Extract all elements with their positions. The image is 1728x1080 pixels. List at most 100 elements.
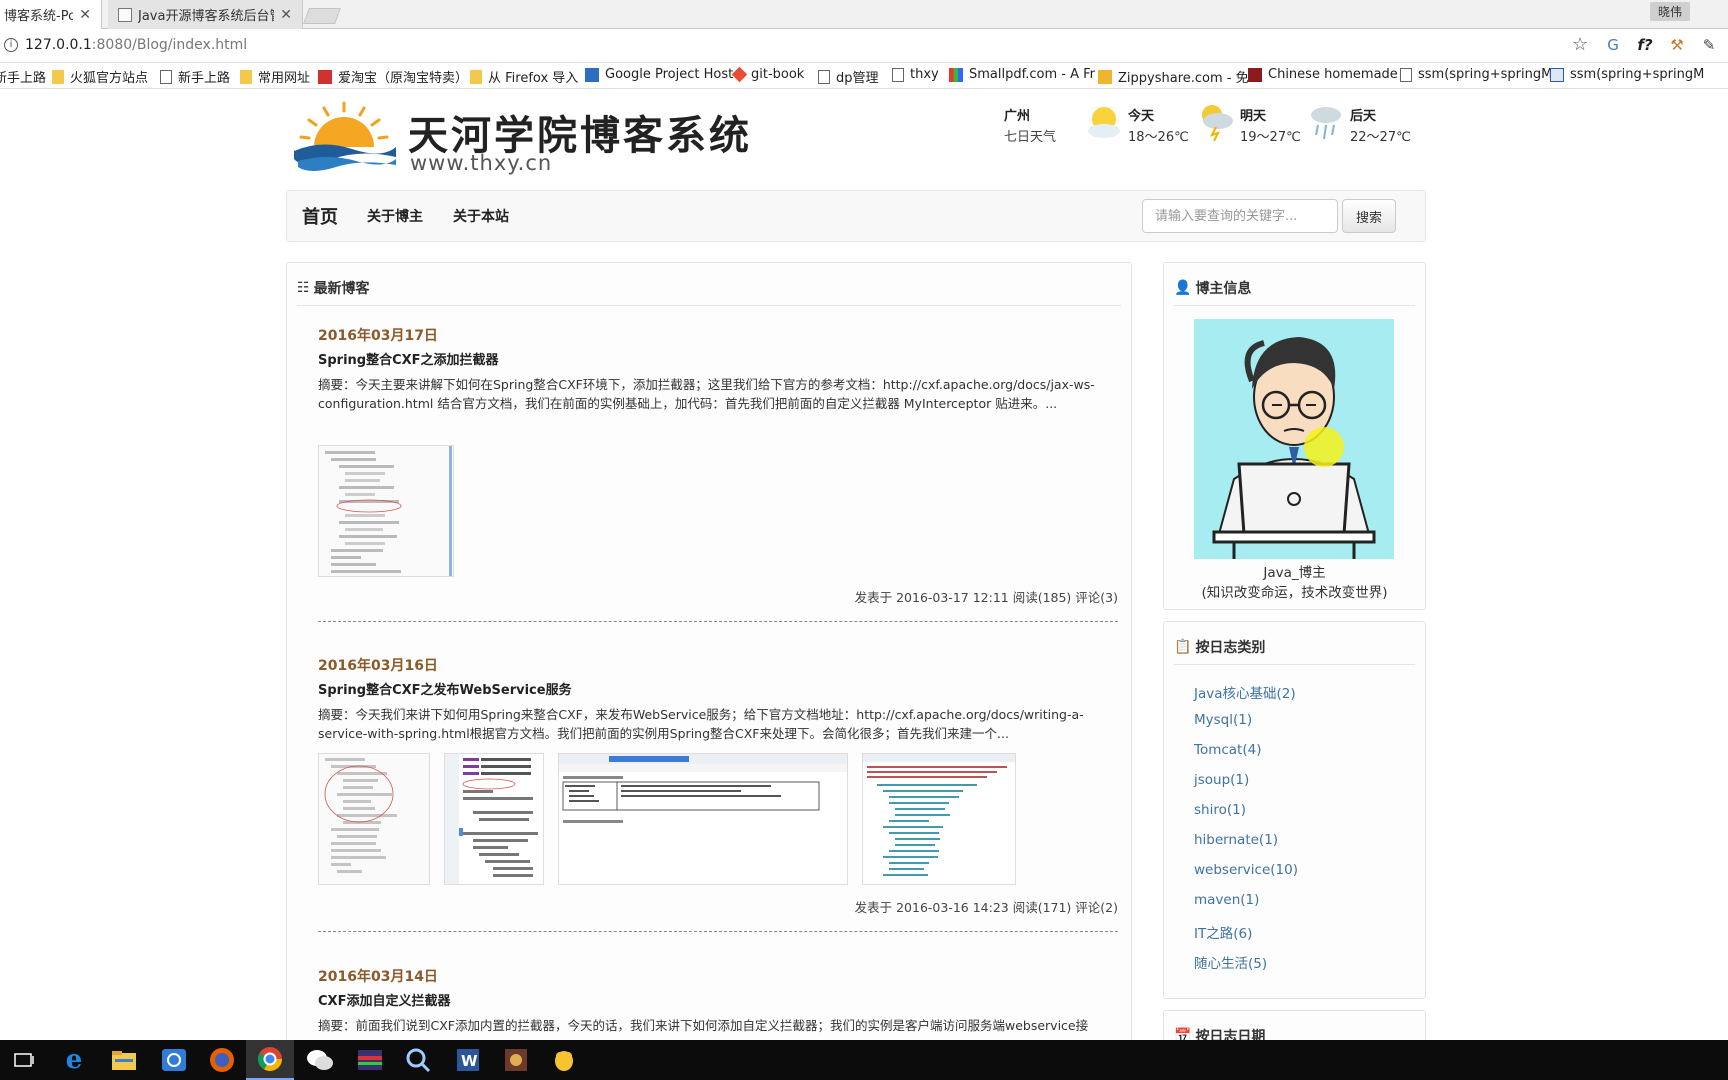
nav-about-blogger[interactable]: 关于博主 [367,206,423,226]
qq-icon[interactable] [540,1040,588,1080]
bookmark-item[interactable]: 从 Firefox 导入 [470,67,578,86]
network-icon[interactable] [150,1040,198,1080]
picker-extension-icon[interactable]: ✎ [1700,36,1718,54]
post-image[interactable] [558,753,848,885]
weather-subtitle: 七日天气 [1004,130,1057,145]
post-image[interactable] [318,753,430,885]
post-title-link[interactable]: Spring整合CXF之发布WebService服务 [318,679,572,698]
google-project-icon [585,67,599,82]
tab-blog-system[interactable]: 博客系统-Powe ✕ [0,0,102,29]
nav-about-site[interactable]: 关于本站 [453,206,509,226]
folder-icon [470,69,482,84]
bookmark-item[interactable]: Zippyshare.com - 免 [1098,67,1249,86]
folder-icon [240,69,252,84]
site-url: www.thxy.cn [410,151,553,175]
profile-button[interactable]: 晓伟 [1649,2,1690,21]
post-title-link[interactable]: CXF添加自定义拦截器 [318,990,450,1009]
category-link[interactable]: hibernate(1) [1194,832,1298,862]
dates-heading: 按日志日期 [1195,1029,1266,1040]
bookmark-item[interactable]: 火狐官方站点 [52,67,148,86]
address-bar: i 127.0.0.1:8080/Blog/index.html ☆ G f? … [0,29,1728,63]
webservice-browser-screenshot [559,754,847,823]
search-tool-icon[interactable] [394,1040,442,1080]
category-link[interactable]: 随心生活(5) [1194,952,1298,982]
nav-home[interactable]: 首页 [302,203,338,229]
bookmark-item[interactable]: Smallpdf.com - A Fr [949,67,1095,82]
close-icon[interactable]: ✕ [280,7,292,23]
word-icon[interactable]: W [444,1040,492,1080]
site-logo[interactable]: 天河学院博客系统 www.thxy.cn [292,99,772,175]
category-link[interactable]: jsoup(1) [1194,772,1298,802]
post-image[interactable] [862,753,1016,885]
edge-icon[interactable]: e [50,1040,98,1080]
page-favicon-icon [118,7,132,22]
tab-title: Java开源博客系统后台管 [138,9,275,24]
post-image[interactable] [318,445,454,577]
chrome-icon[interactable] [246,1040,294,1080]
page-icon [1400,67,1412,82]
category-link[interactable]: webservice(10) [1194,862,1298,892]
bookmark-item[interactable]: ssm(spring+springM [1400,67,1552,82]
categories-panel: 📋 按日志类别 Java核心基础(2) Mysql(1) Tomcat(4) j… [1163,621,1426,999]
bookmark-item[interactable]: Chinese homemade [1248,67,1398,82]
game-icon[interactable] [492,1040,540,1080]
wsdl-xml-screenshot [863,754,1015,876]
translate-extension-icon[interactable]: G [1604,36,1622,54]
panel-heading: ☷ 最新博客 [297,277,370,299]
close-icon[interactable]: ✕ [79,7,91,23]
category-link[interactable]: shiro(1) [1194,802,1298,832]
post-image[interactable] [444,753,544,885]
tab-blog-admin[interactable]: Java开源博客系统后台管 ✕ [108,0,303,29]
avatar[interactable] [1194,319,1394,559]
post-summary: 摘要：今天我们来讲下如何用Spring来整合CXF，来发布WebService服… [318,707,1084,741]
bookmark-star-icon[interactable]: ☆ [1572,34,1588,55]
weather-widget: 广州 七日天气 今天 18～26℃ 明天 19～27℃ 后天 22～27℃ [1004,105,1424,153]
weather-city: 广州 [1004,109,1031,124]
panel-heading: 📅 按日志日期 [1174,1025,1265,1040]
page-icon [160,69,172,84]
blog-post: 2016年03月17日 Spring整合CXF之添加拦截器 摘要：今天主要来讲解… [318,325,1118,625]
git-icon [731,66,748,83]
search-input[interactable] [1142,199,1338,233]
wechat-icon[interactable] [296,1040,344,1080]
post-title-link[interactable]: Spring整合CXF之添加拦截器 [318,349,499,368]
category-link[interactable]: Mysql(1) [1194,712,1298,742]
extension-icon[interactable]: ⚒ [1668,36,1686,54]
search-button[interactable]: 搜索 [1342,199,1396,233]
bookmark-item[interactable]: ssm(spring+springM [1550,67,1704,82]
dates-panel: 📅 按日志日期 [1163,1010,1426,1040]
tab-title: 博客系统-Powe [4,9,73,24]
divider [297,305,1121,306]
task-view-icon[interactable] [0,1040,48,1080]
browser-tab-bar: 博客系统-Powe ✕ Java开源博客系统后台管 ✕ 晓伟 [0,0,1728,29]
bookmark-item[interactable]: 新手上路 [0,67,46,86]
bookmark-item[interactable]: 新手上路 [160,67,230,86]
site-info-icon[interactable]: i [4,38,18,52]
category-link[interactable]: maven(1) [1194,892,1298,922]
blogger-info-panel: 👤 博主信息 Java_博主 (知识改变命运，技术改变世界) [1163,262,1426,610]
smallpdf-icon [949,67,963,82]
file-explorer-icon[interactable] [100,1040,148,1080]
bookmark-item[interactable]: dp管理 [818,67,879,86]
code-screenshot [445,754,538,884]
bookmark-item[interactable]: Google Project Host [585,67,733,82]
category-link[interactable]: IT之路(6) [1194,922,1298,952]
divider [1174,305,1415,306]
app-icon[interactable] [346,1040,394,1080]
bookmark-item[interactable]: 常用网址 [240,67,310,86]
blog-post: 2016年03月16日 Spring整合CXF之发布WebService服务 摘… [318,655,1118,945]
formula-extension-icon[interactable]: f? [1636,36,1654,54]
url-path: :8080/Blog/index.html [91,37,248,53]
categories-heading: 按日志类别 [1195,640,1266,656]
category-link[interactable]: Tomcat(4) [1194,742,1298,772]
bookmark-item[interactable]: thxy [892,67,939,82]
firefox-icon[interactable] [198,1040,246,1080]
url-field[interactable]: 127.0.0.1:8080/Blog/index.html [25,37,247,53]
category-link[interactable]: Java核心基础(2) [1194,682,1298,712]
bookmark-item[interactable]: git-book [731,66,804,83]
bookmark-item[interactable]: 爱淘宝（原淘宝特卖） [318,67,468,86]
post-meta: 发表于 2016-03-17 12:11 阅读(185) 评论(3) [854,590,1118,605]
panel-heading: 👤 博主信息 [1174,277,1251,299]
windows-taskbar: e W [0,1040,1728,1080]
new-tab-button[interactable] [303,8,341,24]
